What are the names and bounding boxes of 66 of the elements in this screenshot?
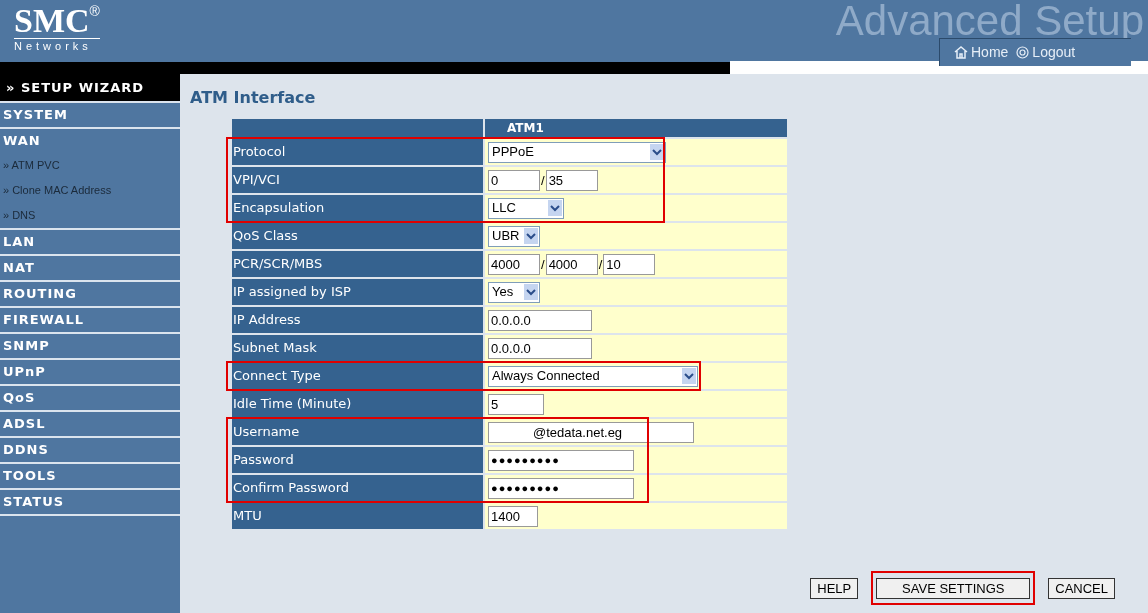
- input-field[interactable]: 4000: [545, 253, 598, 275]
- sidebar-item[interactable]: FIREWALL: [0, 306, 180, 332]
- sidebar-item[interactable]: STATUS: [0, 488, 180, 514]
- sidebar-item[interactable]: SNMP: [0, 332, 180, 358]
- field-label: Idle Time (Minute): [232, 391, 483, 417]
- input-field[interactable]: 5: [488, 393, 544, 415]
- separator-text: /: [541, 172, 545, 190]
- input-field[interactable]: 0: [488, 169, 540, 191]
- page-title: ATM Interface: [190, 88, 317, 108]
- field-label: Confirm Password: [232, 475, 483, 501]
- sidebar-item[interactable]: WAN: [0, 127, 180, 153]
- input-field[interactable]: 4000: [488, 253, 540, 275]
- action-button[interactable]: CANCEL: [1048, 578, 1115, 599]
- action-button[interactable]: SAVE SETTINGS: [876, 578, 1031, 599]
- sidebar-item[interactable]: NAT: [0, 254, 180, 280]
- field-label: PCR/SCR/MBS: [232, 251, 483, 277]
- field-label: Subnet Mask: [232, 335, 483, 361]
- password-field[interactable]: ●●●●●●●●●: [488, 477, 634, 499]
- input-field[interactable]: 35: [545, 169, 598, 191]
- input-field[interactable]: 1400: [488, 505, 538, 527]
- sidebar-item[interactable]: DDNS: [0, 436, 180, 462]
- house-icon: [954, 46, 968, 59]
- field-label: Password: [232, 447, 483, 473]
- input-field[interactable]: 0.0.0.0: [488, 309, 592, 331]
- power-icon: [1016, 46, 1030, 59]
- field-label: IP Address: [232, 307, 483, 333]
- setup-wizard-link[interactable]: » SETUP WIZARD: [0, 74, 180, 101]
- input-field[interactable]: @tedata.net.eg: [488, 421, 694, 443]
- caret-icon: [524, 228, 538, 244]
- dropdown[interactable]: Always Connected: [488, 365, 698, 387]
- registered-mark: ®: [89, 4, 100, 18]
- field-label: Username: [232, 419, 483, 445]
- logout-link[interactable]: Logout: [1016, 42, 1076, 63]
- sidebar-item[interactable]: TOOLS: [0, 462, 180, 488]
- password-field[interactable]: ●●●●●●●●●: [488, 449, 634, 471]
- sidebar-item[interactable]: ADSL: [0, 410, 180, 436]
- caret-icon: [650, 144, 664, 160]
- field-label: Encapsulation: [232, 195, 483, 221]
- sidebar-item[interactable]: QoS: [0, 384, 180, 410]
- input-field[interactable]: 0.0.0.0: [488, 337, 592, 359]
- field-label: Protocol: [232, 139, 483, 165]
- dropdown[interactable]: Yes: [488, 281, 540, 303]
- field-label: QoS Class: [232, 223, 483, 249]
- home-link[interactable]: Home: [954, 42, 1009, 63]
- field-label: Connect Type: [232, 363, 483, 389]
- field-label: VPI/VCI: [232, 167, 483, 193]
- sidebar-item[interactable]: UPnP: [0, 358, 180, 384]
- caret-icon: [548, 200, 562, 216]
- sidebar-item[interactable]: LAN: [0, 228, 180, 254]
- banner-title: Advanced Setup: [835, 0, 1145, 42]
- sidebar-item[interactable]: ROUTING: [0, 280, 180, 306]
- logo-text: SMC: [14, 4, 90, 38]
- column-header: ATM1: [485, 119, 787, 137]
- action-button[interactable]: HELP: [810, 578, 859, 599]
- caret-icon: [682, 368, 696, 384]
- dropdown[interactable]: LLC: [488, 197, 564, 219]
- logo-subtitle: Networks: [14, 38, 100, 53]
- separator-text: /: [541, 256, 545, 274]
- field-label: MTU: [232, 503, 483, 529]
- separator-text: /: [598, 256, 603, 274]
- sidebar-item[interactable]: SYSTEM: [0, 101, 180, 127]
- caret-icon: [524, 284, 538, 300]
- input-field[interactable]: 10: [603, 253, 656, 275]
- dropdown[interactable]: PPPoE: [488, 141, 666, 163]
- dropdown[interactable]: UBR: [488, 225, 540, 247]
- field-label: IP assigned by ISP: [232, 279, 483, 305]
